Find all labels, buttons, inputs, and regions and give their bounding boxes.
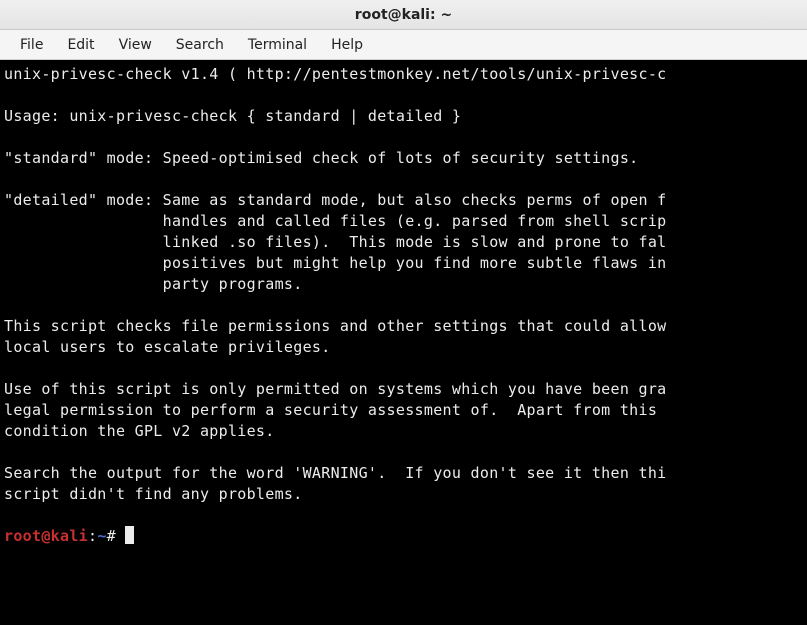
prompt-user: root@kali [4, 527, 88, 545]
menu-view[interactable]: View [107, 33, 164, 57]
menu-search[interactable]: Search [164, 33, 236, 57]
menu-file[interactable]: File [8, 33, 55, 57]
menu-help[interactable]: Help [319, 33, 375, 57]
window-titlebar: root@kali: ~ [0, 0, 807, 30]
terminal-area[interactable]: unix-privesc-check v1.4 ( http://pentest… [0, 60, 807, 625]
menu-edit[interactable]: Edit [55, 33, 106, 57]
window-title: root@kali: ~ [355, 7, 452, 23]
menubar: File Edit View Search Terminal Help [0, 30, 807, 60]
menu-terminal[interactable]: Terminal [236, 33, 319, 57]
terminal-cursor [125, 526, 134, 544]
terminal-output: unix-privesc-check v1.4 ( http://pentest… [4, 65, 666, 503]
prompt-sep: : [88, 527, 97, 545]
prompt-symbol: # [107, 527, 116, 545]
prompt-path: ~ [97, 527, 106, 545]
